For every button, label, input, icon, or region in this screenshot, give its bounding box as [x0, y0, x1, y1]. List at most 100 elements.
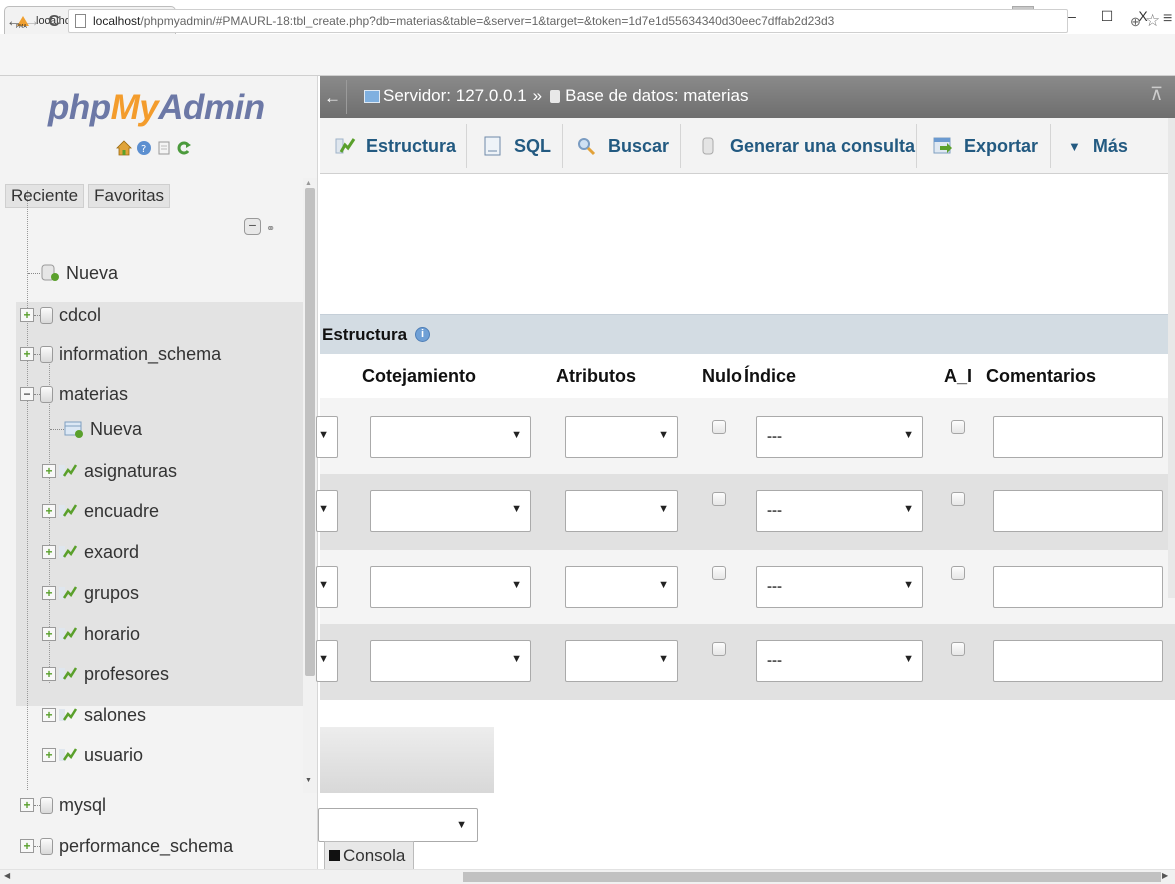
tree-item-table[interactable]: + encuadre: [42, 491, 159, 531]
documentation-icon[interactable]: [156, 140, 172, 156]
comments-input[interactable]: [993, 566, 1163, 608]
null-checkbox[interactable]: [712, 420, 726, 434]
auto-increment-checkbox[interactable]: [951, 492, 965, 506]
tree-item-table[interactable]: + exaord: [42, 532, 139, 572]
tree-item-table[interactable]: + usuario: [42, 735, 143, 775]
expand-icon[interactable]: +: [42, 586, 56, 600]
type-select[interactable]: ▼: [316, 640, 338, 682]
collapse-icon[interactable]: −: [20, 387, 34, 401]
reload-button[interactable]: C: [44, 12, 64, 32]
phpmyadmin-logo[interactable]: phpMyAdmin: [48, 88, 265, 128]
scroll-right-icon[interactable]: ▶: [1162, 871, 1168, 880]
back-button[interactable]: ←: [4, 12, 24, 32]
tab-search[interactable]: Buscar: [576, 118, 669, 174]
attributes-select[interactable]: ▼: [565, 416, 678, 458]
comments-input[interactable]: [993, 490, 1163, 532]
tab-export[interactable]: Exportar: [932, 118, 1038, 174]
tree-item-table[interactable]: + horario: [42, 614, 140, 654]
search-icon: [578, 138, 596, 156]
comments-input[interactable]: [993, 416, 1163, 458]
expand-icon[interactable]: +: [42, 504, 56, 518]
tree-item-table[interactable]: + salones: [42, 695, 146, 735]
auto-increment-checkbox[interactable]: [951, 642, 965, 656]
null-checkbox[interactable]: [712, 642, 726, 656]
tab-more[interactable]: ▼ Más: [1068, 118, 1128, 174]
attributes-select[interactable]: ▼: [565, 566, 678, 608]
expand-icon[interactable]: +: [42, 708, 56, 722]
bookmark-star-icon[interactable]: ☆: [1145, 11, 1160, 31]
collapse-all-icon[interactable]: −: [244, 218, 261, 235]
expand-icon[interactable]: +: [20, 308, 34, 322]
expand-icon[interactable]: +: [42, 545, 56, 559]
expand-icon[interactable]: +: [20, 347, 34, 361]
expand-icon[interactable]: +: [42, 627, 56, 641]
tree-item-table[interactable]: + grupos: [42, 573, 139, 613]
scroll-left-icon[interactable]: ◀: [4, 871, 10, 880]
address-bar: [0, 34, 1175, 76]
type-select[interactable]: ▼: [316, 416, 338, 458]
expand-icon[interactable]: +: [42, 748, 56, 762]
maximize-button[interactable]: ☐: [1090, 5, 1124, 27]
tree-item-new-db[interactable]: Nueva: [28, 253, 118, 293]
collation-select[interactable]: ▼: [370, 640, 531, 682]
home-icon[interactable]: [116, 140, 132, 156]
header-attributes: Atributos: [556, 366, 636, 386]
collapse-top-icon[interactable]: ⊼: [1150, 84, 1163, 105]
help-icon[interactable]: ?: [136, 140, 152, 156]
type-select[interactable]: ▼: [316, 566, 338, 608]
table-structure-icon: [59, 708, 78, 721]
breadcrumb-database[interactable]: Base de datos: materias: [565, 86, 748, 106]
auto-increment-checkbox[interactable]: [951, 566, 965, 580]
tree-item-db[interactable]: + information_schema: [20, 334, 221, 374]
collation-select[interactable]: ▼: [370, 490, 531, 532]
expand-icon[interactable]: +: [42, 464, 56, 478]
tree-item-db[interactable]: + performance_schema: [20, 826, 233, 866]
forward-button[interactable]: →: [22, 12, 42, 32]
tree-item-db[interactable]: + cdcol: [20, 295, 101, 335]
null-checkbox[interactable]: [712, 566, 726, 580]
tree-item-table[interactable]: + asignaturas: [42, 451, 177, 491]
navigation-scrollbar-thumb[interactable]: [305, 188, 315, 676]
index-select[interactable]: --- ▼: [756, 566, 923, 608]
tree-item-table[interactable]: + profesores: [42, 654, 169, 694]
auto-increment-checkbox[interactable]: [951, 420, 965, 434]
help-icon[interactable]: i: [415, 327, 431, 342]
collation-select[interactable]: ▼: [370, 416, 531, 458]
url-input[interactable]: localhost/phpmyadmin/#PMAURL-18:tbl_crea…: [68, 9, 1068, 33]
index-select[interactable]: --- ▼: [756, 640, 923, 682]
url-host: localhost: [93, 14, 141, 28]
tree-item-db-expanded[interactable]: − materias: [20, 374, 128, 414]
main-scrollbar[interactable]: [1168, 118, 1175, 598]
scroll-down-icon[interactable]: ▼: [305, 777, 312, 784]
horizontal-scrollbar-thumb[interactable]: [463, 872, 1161, 882]
tree-item-new-table[interactable]: Nueva: [50, 409, 142, 449]
type-select[interactable]: ▼: [316, 490, 338, 532]
tab-sql[interactable]: SQL: [482, 118, 551, 174]
console-toggle[interactable]: Consola: [324, 841, 414, 869]
expand-icon[interactable]: +: [42, 667, 56, 681]
browser-menu-icon[interactable]: ≡: [1163, 10, 1172, 28]
expand-icon[interactable]: +: [20, 839, 34, 853]
breadcrumb-server[interactable]: Servidor: 127.0.0.1: [383, 86, 527, 106]
reload-navigation-icon[interactable]: [176, 140, 192, 156]
zoom-icon[interactable]: ⊕: [1130, 14, 1141, 30]
index-select[interactable]: --- ▼: [756, 490, 923, 532]
tab-structure[interactable]: Estructura: [334, 118, 456, 174]
scroll-up-icon[interactable]: ▲: [305, 180, 312, 187]
collation-select[interactable]: ▼: [370, 566, 531, 608]
recent-tab[interactable]: Reciente: [5, 184, 85, 208]
null-checkbox[interactable]: [712, 492, 726, 506]
favorites-tab[interactable]: Favoritas: [88, 184, 171, 208]
storage-engine-select[interactable]: ▼: [318, 808, 478, 842]
tree-item-db[interactable]: + mysql: [20, 785, 106, 825]
index-select[interactable]: --- ▼: [756, 416, 923, 458]
database-icon: [40, 345, 53, 363]
attributes-select[interactable]: ▼: [565, 490, 678, 532]
comments-input[interactable]: [993, 640, 1163, 682]
header-index: Índice: [744, 366, 797, 386]
link-with-main-icon[interactable]: ⚭: [266, 222, 275, 235]
attributes-select[interactable]: ▼: [565, 640, 678, 682]
expand-icon[interactable]: +: [20, 798, 34, 812]
tab-query[interactable]: Generar una consulta: [698, 118, 915, 174]
back-arrow-icon[interactable]: ←: [324, 88, 341, 108]
